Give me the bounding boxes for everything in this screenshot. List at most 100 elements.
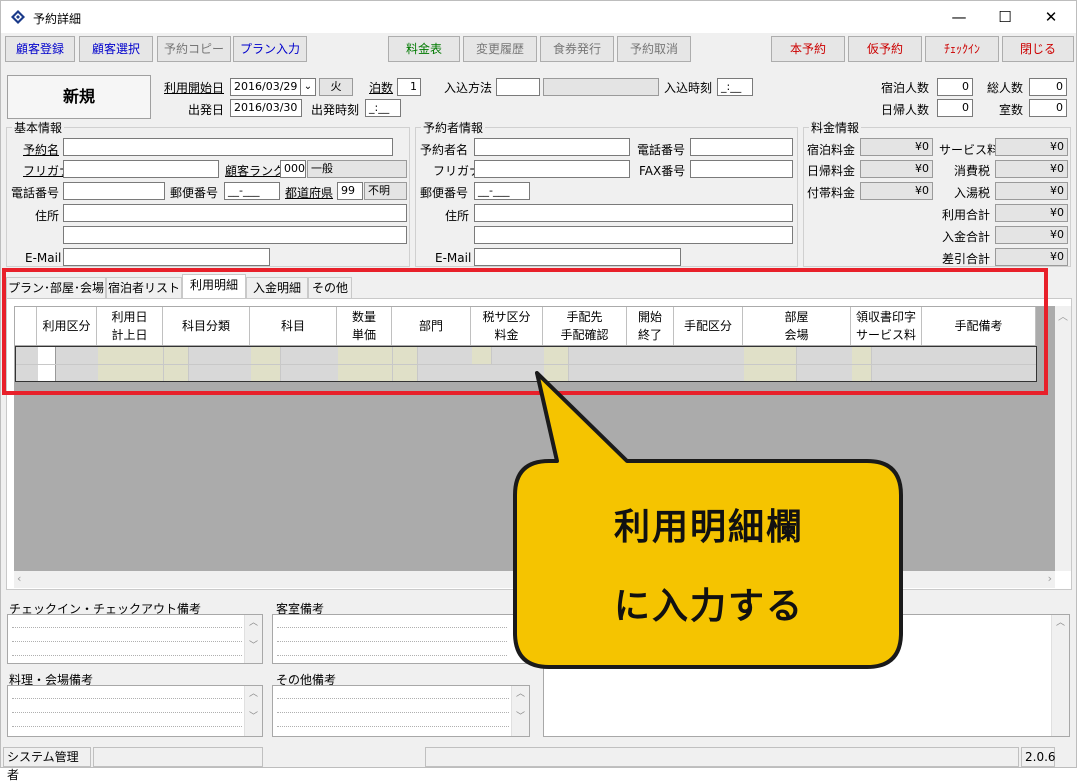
- memo-rule: [277, 712, 509, 713]
- email-input[interactable]: [63, 248, 270, 266]
- memo-scrollbar[interactable]: ︿: [1051, 615, 1069, 736]
- email-label: E-Mail: [25, 251, 62, 265]
- total-field: 0: [1029, 78, 1067, 96]
- checkin-note-textarea[interactable]: ︿ ﹀: [7, 614, 263, 664]
- nights-label: 泊数: [369, 81, 394, 95]
- title-bar: 予約詳細 — ☐ ✕: [1, 1, 1076, 33]
- maximize-button[interactable]: ☐: [982, 1, 1028, 33]
- day-fee-field: ¥0: [860, 160, 933, 178]
- booker-name-label: 予約者名: [420, 143, 469, 157]
- plan-input-button[interactable]: プラン入力: [233, 36, 307, 62]
- rooms-field: 0: [1029, 99, 1067, 117]
- stay-fee-label: 宿泊料金: [807, 143, 856, 157]
- meal-note-textarea[interactable]: ︿ ﹀: [7, 685, 263, 737]
- start-date-field[interactable]: 2016/03/29: [230, 78, 302, 96]
- booker-phone-input[interactable]: [690, 138, 793, 156]
- room-note-textarea[interactable]: [272, 614, 528, 664]
- extra-fee-field: ¥0: [860, 182, 933, 200]
- consumption-tax-label: 消費税: [954, 164, 991, 178]
- scroll-left-icon[interactable]: ‹: [17, 572, 21, 585]
- booker-email-label: E-Mail: [435, 251, 472, 265]
- usage-total-field: ¥0: [995, 204, 1068, 222]
- booker-email-input[interactable]: [474, 248, 681, 266]
- confirm-reservation-button[interactable]: 本予約: [771, 36, 845, 62]
- scroll-up-icon[interactable]: ︿: [1058, 308, 1068, 323]
- phone-input[interactable]: [63, 182, 165, 200]
- address-line1-input[interactable]: [63, 204, 407, 222]
- booker-name-input[interactable]: [474, 138, 630, 156]
- memo-scrollbar[interactable]: ︿ ﹀: [244, 686, 262, 736]
- close-window-button[interactable]: ✕: [1028, 1, 1074, 33]
- address-label: 住所: [35, 209, 60, 223]
- bath-tax-label: 入湯税: [954, 186, 991, 200]
- prefecture-label: 都道府県: [285, 186, 334, 200]
- status-panel: [425, 747, 1019, 767]
- extra-fee-label: 付帯料金: [807, 186, 856, 200]
- memo-scrollbar[interactable]: ︿ ﹀: [244, 615, 262, 663]
- rooms-label: 室数: [999, 103, 1024, 117]
- memo-rule: [12, 641, 242, 642]
- booker-zip-label: 郵便番号: [420, 186, 469, 200]
- start-date-label: 利用開始日: [164, 81, 225, 95]
- status-badge: 新規: [7, 75, 151, 119]
- meal-ticket-button[interactable]: 食券発行: [540, 36, 614, 62]
- departure-date-field[interactable]: 2016/03/30: [230, 99, 302, 117]
- kana-input[interactable]: [63, 160, 219, 178]
- entry-time-field[interactable]: _:__: [717, 78, 753, 96]
- minimize-button[interactable]: —: [936, 1, 982, 33]
- booker-fax-label: FAX番号: [639, 164, 686, 178]
- rate-info-title: 料金情報: [809, 119, 862, 136]
- customer-register-button[interactable]: 顧客登録: [5, 36, 75, 62]
- grid-vertical-scrollbar[interactable]: ︿: [1055, 306, 1071, 571]
- payment-total-label: 入金合計: [942, 230, 991, 244]
- zip-label: 郵便番号: [170, 186, 219, 200]
- customer-rank-code-field[interactable]: 000: [280, 160, 306, 178]
- bath-tax-field: ¥0: [995, 182, 1068, 200]
- payment-total-field: ¥0: [995, 226, 1068, 244]
- reservation-detail-window: 予約詳細 — ☐ ✕ 顧客登録 顧客選択 予約コピー プラン入力 料金表 変更履…: [0, 0, 1077, 782]
- memo-rule: [277, 726, 509, 727]
- address-line2-input[interactable]: [63, 226, 407, 244]
- service-fee-field: ¥0: [995, 138, 1068, 156]
- status-user: システム管理者: [3, 747, 91, 782]
- departure-time-label: 出発時刻: [311, 103, 360, 117]
- change-history-button[interactable]: 変更履歴: [463, 36, 537, 62]
- chevron-down-icon[interactable]: ⌄: [300, 78, 316, 96]
- usage-total-label: 利用合計: [942, 208, 991, 222]
- close-button[interactable]: 閉じる: [1002, 36, 1074, 62]
- booker-kana-input[interactable]: [474, 160, 630, 178]
- day-fee-label: 日帰料金: [807, 164, 856, 178]
- entry-method-code-field[interactable]: [496, 78, 540, 96]
- booker-info-title: 予約者情報: [421, 119, 486, 136]
- booker-fax-input[interactable]: [690, 160, 793, 178]
- prefecture-code-field[interactable]: 99: [337, 182, 363, 200]
- memo-scrollbar[interactable]: ︿ ﹀: [511, 686, 529, 736]
- memo-rule: [277, 655, 507, 656]
- booker-address-line2-input[interactable]: [474, 226, 793, 244]
- checkin-button[interactable]: ﾁｪｯｸｲﾝ: [925, 36, 999, 62]
- reservation-copy-button[interactable]: 予約コピー: [157, 36, 231, 62]
- rate-table-button[interactable]: 料金表: [388, 36, 460, 62]
- booker-address-line1-input[interactable]: [474, 204, 793, 222]
- phone-label: 電話番号: [11, 186, 60, 200]
- balance-label: 差引合計: [942, 252, 991, 266]
- cancel-reservation-button[interactable]: 予約取消: [617, 36, 691, 62]
- memo-rule: [12, 627, 242, 628]
- reservation-name-input[interactable]: [63, 138, 393, 156]
- departure-time-field[interactable]: _:__: [365, 99, 401, 117]
- tentative-reservation-button[interactable]: 仮予約: [848, 36, 922, 62]
- guests-field[interactable]: 0: [937, 78, 973, 96]
- other-note-textarea[interactable]: ︿ ﹀: [272, 685, 530, 737]
- service-fee-label: サービス料: [939, 143, 1000, 157]
- memo-rule: [12, 712, 242, 713]
- callout-line1: 利用明細欄: [613, 507, 804, 548]
- customer-select-button[interactable]: 顧客選択: [79, 36, 153, 62]
- consumption-tax-field: ¥0: [995, 160, 1068, 178]
- total-label: 総人数: [987, 81, 1024, 95]
- nights-field[interactable]: 1: [397, 78, 421, 96]
- day-guests-field[interactable]: 0: [937, 99, 973, 117]
- scroll-right-icon[interactable]: ›: [1048, 572, 1052, 585]
- zip-input[interactable]: __-___: [224, 182, 280, 200]
- customer-rank-label: 顧客ランク: [225, 164, 286, 178]
- booker-zip-input[interactable]: __-___: [474, 182, 530, 200]
